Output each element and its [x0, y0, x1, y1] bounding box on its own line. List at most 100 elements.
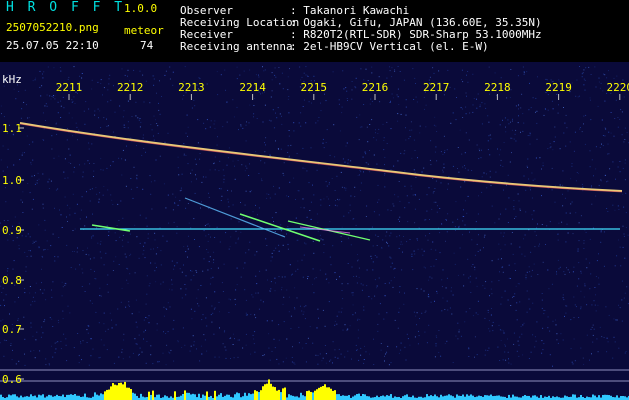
noise-speck — [562, 170, 564, 172]
noise-speck — [535, 234, 537, 236]
noise-speck — [145, 303, 147, 305]
noise-speck — [377, 201, 379, 203]
noise-speck — [517, 283, 519, 285]
noise-speck — [512, 296, 513, 298]
noise-speck — [317, 120, 319, 122]
noise-speck — [69, 154, 71, 156]
noise-speck — [328, 182, 330, 184]
noise-speck — [624, 257, 626, 259]
noise-speck — [463, 209, 464, 211]
noise-speck — [199, 153, 201, 154]
noise-speck — [254, 331, 256, 333]
noise-speck — [411, 255, 413, 257]
noise-speck — [121, 287, 123, 289]
noise-speck — [517, 75, 519, 77]
histogram-bar — [476, 396, 478, 400]
noise-speck — [521, 93, 523, 95]
noise-speck — [541, 293, 543, 294]
noise-speck — [199, 158, 201, 160]
histogram-bar — [448, 394, 450, 400]
noise-speck — [294, 307, 295, 309]
noise-speck — [423, 96, 425, 98]
noise-speck — [240, 276, 242, 278]
noise-speck — [295, 199, 296, 200]
histogram-bar — [386, 395, 388, 400]
noise-speck — [214, 291, 216, 293]
noise-speck — [265, 238, 267, 240]
noise-speck — [523, 73, 525, 75]
noise-speck — [66, 244, 68, 246]
noise-speck — [398, 311, 400, 313]
noise-speck — [582, 72, 584, 74]
noise-speck — [478, 158, 480, 160]
noise-speck — [425, 104, 427, 106]
histogram-bar — [110, 386, 112, 400]
noise-speck — [320, 199, 322, 201]
noise-speck — [536, 122, 538, 124]
histogram-bar — [460, 395, 462, 400]
noise-speck — [246, 121, 247, 123]
noise-speck — [591, 353, 592, 355]
noise-speck — [541, 224, 543, 225]
noise-speck — [171, 260, 173, 262]
noise-speck — [577, 96, 579, 98]
histogram-bar — [318, 387, 320, 400]
noise-speck — [532, 179, 534, 181]
noise-speck — [542, 162, 544, 164]
noise-speck — [54, 207, 55, 209]
noise-speck — [487, 312, 489, 313]
noise-speck — [271, 72, 273, 74]
noise-speck — [583, 296, 585, 298]
noise-speck — [112, 161, 114, 163]
noise-speck — [210, 314, 212, 316]
noise-speck — [498, 324, 500, 326]
noise-speck — [516, 319, 518, 321]
noise-speck — [474, 336, 476, 338]
noise-speck — [445, 240, 446, 242]
noise-speck — [86, 329, 88, 331]
noise-speck — [178, 174, 180, 176]
noise-speck — [414, 150, 416, 151]
noise-speck — [288, 96, 290, 97]
noise-speck — [88, 364, 90, 366]
histogram-bar — [34, 395, 36, 400]
noise-speck — [278, 276, 280, 278]
noise-speck — [471, 239, 473, 241]
noise-speck — [288, 112, 290, 114]
noise-speck — [604, 127, 606, 129]
noise-speck — [341, 226, 343, 228]
noise-speck — [82, 176, 84, 178]
noise-speck — [196, 348, 197, 350]
noise-speck — [100, 127, 102, 129]
noise-speck — [345, 145, 347, 147]
noise-speck — [0, 222, 2, 224]
noise-speck — [209, 126, 211, 128]
noise-speck — [615, 319, 617, 321]
noise-speck — [185, 207, 187, 209]
noise-speck — [499, 360, 501, 361]
noise-speck — [81, 77, 83, 79]
noise-speck — [559, 184, 561, 186]
noise-speck — [45, 364, 47, 366]
histogram-bar — [276, 390, 278, 400]
noise-speck — [63, 171, 65, 173]
noise-speck — [303, 311, 305, 313]
noise-speck — [89, 200, 91, 202]
noise-speck — [135, 299, 137, 301]
noise-speck — [608, 314, 610, 316]
noise-speck — [2, 170, 4, 172]
noise-speck — [523, 72, 525, 74]
noise-speck — [136, 186, 138, 188]
noise-speck — [268, 119, 270, 121]
noise-speck — [507, 299, 509, 301]
noise-speck — [214, 169, 216, 171]
noise-speck — [0, 159, 2, 161]
noise-speck — [433, 265, 435, 267]
noise-speck — [460, 335, 462, 337]
noise-speck — [89, 283, 91, 285]
noise-speck — [459, 247, 461, 249]
noise-speck — [600, 180, 602, 182]
histogram-bar — [120, 382, 122, 400]
noise-speck — [476, 243, 478, 245]
noise-speck — [194, 310, 196, 312]
